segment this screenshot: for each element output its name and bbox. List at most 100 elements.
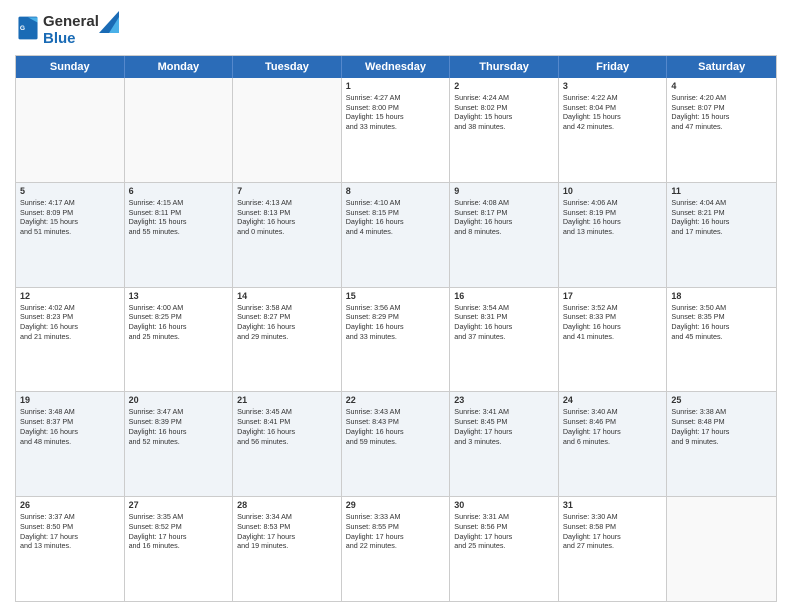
day-info: Sunrise: 4:24 AMSunset: 8:02 PMDaylight:…: [454, 93, 554, 132]
general-label: General: [43, 13, 99, 30]
calendar-day-8: 8Sunrise: 4:10 AMSunset: 8:15 PMDaylight…: [342, 183, 451, 287]
day-info: Sunrise: 4:20 AMSunset: 8:07 PMDaylight:…: [671, 93, 772, 132]
day-number: 29: [346, 500, 446, 510]
day-info: Sunrise: 3:56 AMSunset: 8:29 PMDaylight:…: [346, 303, 446, 342]
calendar-day-31: 31Sunrise: 3:30 AMSunset: 8:58 PMDayligh…: [559, 497, 668, 601]
svg-text:G: G: [20, 25, 25, 32]
day-number: 22: [346, 395, 446, 405]
calendar-day-29: 29Sunrise: 3:33 AMSunset: 8:55 PMDayligh…: [342, 497, 451, 601]
day-number: 11: [671, 186, 772, 196]
calendar-day-17: 17Sunrise: 3:52 AMSunset: 8:33 PMDayligh…: [559, 288, 668, 392]
day-number: 25: [671, 395, 772, 405]
day-number: 12: [20, 291, 120, 301]
day-number: 8: [346, 186, 446, 196]
day-info: Sunrise: 3:54 AMSunset: 8:31 PMDaylight:…: [454, 303, 554, 342]
day-number: 23: [454, 395, 554, 405]
calendar-day-21: 21 Sunrise: 3:45 AMSunset: 8:41 PMDayligh…: [233, 392, 342, 496]
day-number: 10: [563, 186, 663, 196]
day-info: Sunrise: 4:13 AMSunset: 8:13 PMDaylight:…: [237, 198, 337, 237]
calendar-day-1: 1 Sunrise: 4:27 AMSunset: 8:00 PMDaylight…: [342, 78, 451, 182]
day-info: Sunrise: 4:08 AMSunset: 8:17 PMDaylight:…: [454, 198, 554, 237]
day-number: 5: [20, 186, 120, 196]
logo-text: G: [15, 14, 39, 47]
day-number: 4: [671, 81, 772, 91]
day-number: 26: [20, 500, 120, 510]
day-info: Sunrise: 3:38 AMSunset: 8:48 PMDaylight:…: [671, 407, 772, 446]
day-info: Sunrise: 3:58 AMSunset: 8:27 PMDaylight:…: [237, 303, 337, 342]
day-number: 9: [454, 186, 554, 196]
day-info: Sunrise: 4:04 AMSunset: 8:21 PMDaylight:…: [671, 198, 772, 237]
day-header-thursday: Thursday: [450, 56, 559, 78]
calendar-day-11: 11 Sunrise: 4:04 AMSunset: 8:21 PMDayligh…: [667, 183, 776, 287]
day-info: Sunrise: 3:34 AMSunset: 8:53 PMDaylight:…: [237, 512, 337, 551]
day-header-monday: Monday: [125, 56, 234, 78]
calendar-day-14: 14 Sunrise: 3:58 AMSunset: 8:27 PMDayligh…: [233, 288, 342, 392]
day-number: 1: [346, 81, 446, 91]
day-number: 21: [237, 395, 337, 405]
day-number: 31: [563, 500, 663, 510]
day-info: Sunrise: 3:47 AMSunset: 8:39 PMDaylight:…: [129, 407, 229, 446]
calendar-day-27: 27Sunrise: 3:35 AMSunset: 8:52 PMDayligh…: [125, 497, 234, 601]
day-info: Sunrise: 3:41 AMSunset: 8:45 PMDaylight:…: [454, 407, 554, 446]
calendar-day-20: 20 Sunrise: 3:47 AMSunset: 8:39 PMDayligh…: [125, 392, 234, 496]
calendar-day-2: 2 Sunrise: 4:24 AMSunset: 8:02 PMDaylight…: [450, 78, 559, 182]
day-info: Sunrise: 3:40 AMSunset: 8:46 PMDaylight:…: [563, 407, 663, 446]
day-info: Sunrise: 3:35 AMSunset: 8:52 PMDaylight:…: [129, 512, 229, 551]
day-number: 2: [454, 81, 554, 91]
day-info: Sunrise: 3:50 AMSunset: 8:35 PMDaylight:…: [671, 303, 772, 342]
day-info: Sunrise: 3:31 AMSunset: 8:56 PMDaylight:…: [454, 512, 554, 551]
calendar-day-13: 13 Sunrise: 4:00 AMSunset: 8:25 PMDayligh…: [125, 288, 234, 392]
calendar-body: 1 Sunrise: 4:27 AMSunset: 8:00 PMDaylight…: [16, 78, 776, 601]
calendar-day-18: 18 Sunrise: 3:50 AMSunset: 8:35 PMDayligh…: [667, 288, 776, 392]
day-info: Sunrise: 4:22 AMSunset: 8:04 PMDaylight:…: [563, 93, 663, 132]
calendar-day-3: 3 Sunrise: 4:22 AMSunset: 8:04 PMDaylight…: [559, 78, 668, 182]
calendar-day-15: 15 Sunrise: 3:56 AMSunset: 8:29 PMDayligh…: [342, 288, 451, 392]
calendar-day-25: 25 Sunrise: 3:38 AMSunset: 8:48 PMDayligh…: [667, 392, 776, 496]
day-number: 15: [346, 291, 446, 301]
calendar-empty-cell: [16, 78, 125, 182]
calendar-week-2: 5 Sunrise: 4:17 AMSunset: 8:09 PMDaylight…: [16, 183, 776, 288]
day-number: 6: [129, 186, 229, 196]
calendar-day-24: 24 Sunrise: 3:40 AMSunset: 8:46 PMDayligh…: [559, 392, 668, 496]
calendar-day-9: 9 Sunrise: 4:08 AMSunset: 8:17 PMDaylight…: [450, 183, 559, 287]
calendar-week-3: 12 Sunrise: 4:02 AMSunset: 8:23 PMDayligh…: [16, 288, 776, 393]
header: G General Blue: [15, 10, 777, 47]
calendar-page: G General Blue SundayMondayTue: [0, 0, 792, 612]
logo-icon: G: [17, 14, 39, 42]
day-info: Sunrise: 4:27 AMSunset: 8:00 PMDaylight:…: [346, 93, 446, 132]
calendar-day-30: 30 Sunrise: 3:31 AMSunset: 8:56 PMDayligh…: [450, 497, 559, 601]
day-info: Sunrise: 4:02 AMSunset: 8:23 PMDaylight:…: [20, 303, 120, 342]
calendar-day-16: 16 Sunrise: 3:54 AMSunset: 8:31 PMDayligh…: [450, 288, 559, 392]
day-info: Sunrise: 4:00 AMSunset: 8:25 PMDaylight:…: [129, 303, 229, 342]
calendar-week-1: 1 Sunrise: 4:27 AMSunset: 8:00 PMDaylight…: [16, 78, 776, 183]
calendar-day-26: 26Sunrise: 3:37 AMSunset: 8:50 PMDayligh…: [16, 497, 125, 601]
calendar-day-23: 23 Sunrise: 3:41 AMSunset: 8:45 PMDayligh…: [450, 392, 559, 496]
day-number: 18: [671, 291, 772, 301]
day-number: 20: [129, 395, 229, 405]
calendar-empty-cell: [667, 497, 776, 601]
day-number: 13: [129, 291, 229, 301]
calendar-empty-cell: [233, 78, 342, 182]
day-header-sunday: Sunday: [16, 56, 125, 78]
day-header-saturday: Saturday: [667, 56, 776, 78]
day-header-wednesday: Wednesday: [342, 56, 451, 78]
calendar-day-19: 19Sunrise: 3:48 AMSunset: 8:37 PMDayligh…: [16, 392, 125, 496]
day-info: Sunrise: 3:45 AMSunset: 8:41 PMDaylight:…: [237, 407, 337, 446]
day-number: 14: [237, 291, 337, 301]
logo-arrow-icon: [99, 11, 119, 33]
calendar-day-10: 10Sunrise: 4:06 AMSunset: 8:19 PMDayligh…: [559, 183, 668, 287]
day-number: 30: [454, 500, 554, 510]
calendar-day-4: 4 Sunrise: 4:20 AMSunset: 8:07 PMDaylight…: [667, 78, 776, 182]
day-info: Sunrise: 4:17 AMSunset: 8:09 PMDaylight:…: [20, 198, 120, 237]
day-info: Sunrise: 3:43 AMSunset: 8:43 PMDaylight:…: [346, 407, 446, 446]
calendar-day-6: 6 Sunrise: 4:15 AMSunset: 8:11 PMDaylight…: [125, 183, 234, 287]
calendar-day-28: 28Sunrise: 3:34 AMSunset: 8:53 PMDayligh…: [233, 497, 342, 601]
day-number: 16: [454, 291, 554, 301]
day-number: 24: [563, 395, 663, 405]
logo: G General Blue: [15, 14, 119, 47]
blue-label: Blue: [43, 30, 76, 47]
day-info: Sunrise: 4:15 AMSunset: 8:11 PMDaylight:…: [129, 198, 229, 237]
day-number: 19: [20, 395, 120, 405]
day-number: 3: [563, 81, 663, 91]
calendar-day-12: 12 Sunrise: 4:02 AMSunset: 8:23 PMDayligh…: [16, 288, 125, 392]
